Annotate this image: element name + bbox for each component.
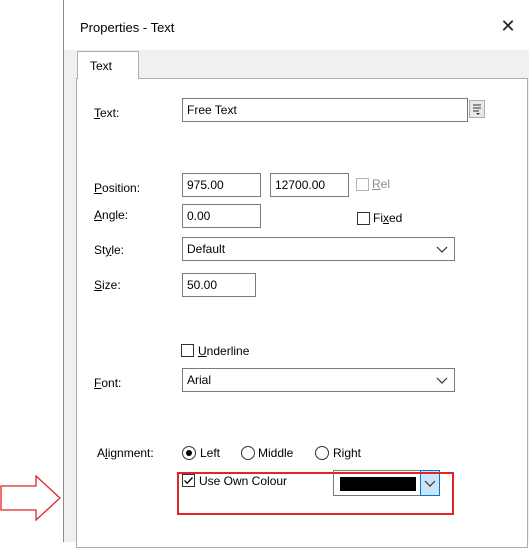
multiline-edit-button[interactable] [469,100,485,118]
font-select[interactable]: Arial [182,368,455,392]
tab-text-label: Text [90,59,113,73]
style-select[interactable]: Default [182,237,455,261]
dialog-title: Properties - Text [80,20,175,35]
annotation-highlight-box [177,472,454,515]
text-label: Text: [94,106,120,120]
style-label: Style: [94,243,125,257]
text-input[interactable]: Free Text [182,98,468,122]
properties-dialog: Properties - Text ✕ Text Text: Free Text… [63,0,529,548]
alignment-left-label: Left [200,446,221,460]
fixed-checkbox[interactable] [357,212,370,225]
close-icon: ✕ [500,16,516,36]
position-label: Position: [94,181,141,195]
close-button[interactable]: ✕ [496,14,520,38]
alignment-middle-radio[interactable] [241,446,255,460]
multiline-icon [473,104,481,115]
rel-label: Rel [372,177,391,191]
font-label: Font: [94,376,122,390]
underline-checkbox[interactable] [181,344,194,357]
rel-checkbox[interactable] [356,178,369,191]
title-bar: Properties - Text ✕ [64,0,529,50]
chevron-down-icon [436,377,448,384]
alignment-right-radio[interactable] [315,446,329,460]
tab-text[interactable]: Text [77,51,139,79]
angle-label: Angle: [94,208,129,222]
chevron-down-icon [436,246,448,253]
alignment-right-label: Right [333,446,362,460]
fixed-label: Fixed [373,211,403,225]
size-label: Size: [94,278,121,292]
underline-label: Underline [198,344,250,358]
size-input[interactable]: 50.00 [182,273,256,297]
annotation-arrow-icon [0,474,61,522]
alignment-label: Alignment: [97,446,154,460]
angle-input[interactable]: 0.00 [182,204,261,228]
position-x-input[interactable]: 975.00 [182,173,261,197]
alignment-left-radio[interactable] [182,446,196,460]
position-y-input[interactable]: 12700.00 [270,173,349,197]
alignment-middle-label: Middle [258,446,294,460]
